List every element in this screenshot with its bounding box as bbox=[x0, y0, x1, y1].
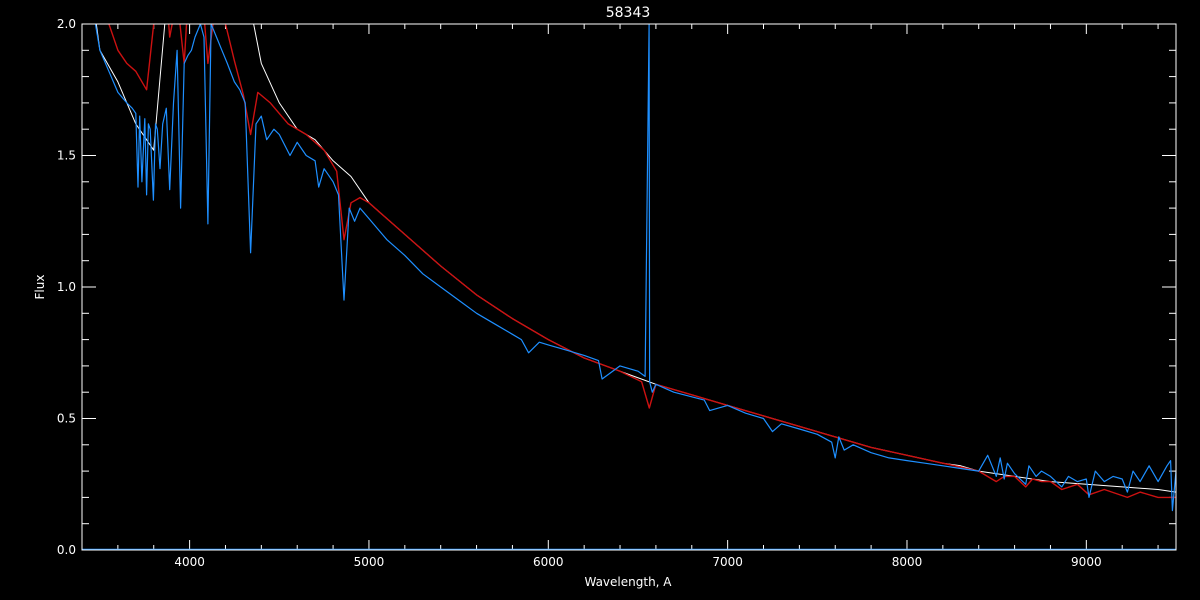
plot-frame bbox=[81, 23, 1177, 551]
series-line-2 bbox=[94, 24, 1176, 512]
y-tick-label: 0.0 bbox=[57, 543, 76, 557]
spectrum-chart: 58343 Wavelength, A Flux 4000 5000 6000 700… bbox=[33, 5, 1177, 589]
chart-title: 58343 bbox=[606, 5, 651, 21]
x-tick-label: 8000 bbox=[892, 555, 923, 569]
axis-ticks: 4000 5000 6000 7000 8000 9000 0.0 0.5 1.0 1.5 2.0 bbox=[57, 17, 1176, 569]
y-axis-title: Flux bbox=[33, 275, 47, 300]
y-tick-label: 0.5 bbox=[57, 412, 76, 426]
x-axis-title: Wavelength, A bbox=[584, 575, 672, 589]
series-line-0 bbox=[95, 24, 1176, 493]
x-tick-label: 9000 bbox=[1071, 555, 1102, 569]
series-line-1 bbox=[108, 24, 1176, 499]
x-tick-label: 4000 bbox=[174, 555, 205, 569]
x-tick-label: 6000 bbox=[533, 555, 564, 569]
y-tick-label: 1.0 bbox=[57, 280, 76, 294]
series-layer bbox=[82, 24, 1176, 550]
y-tick-label: 1.5 bbox=[57, 149, 76, 163]
x-tick-label: 7000 bbox=[712, 555, 743, 569]
x-tick-label: 5000 bbox=[354, 555, 385, 569]
y-tick-label: 2.0 bbox=[57, 17, 76, 31]
